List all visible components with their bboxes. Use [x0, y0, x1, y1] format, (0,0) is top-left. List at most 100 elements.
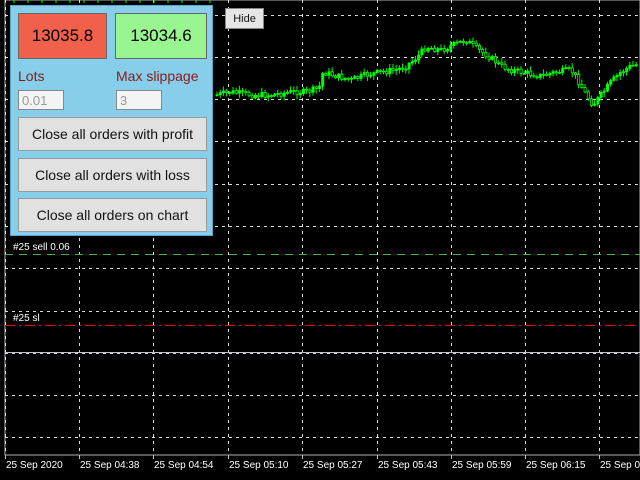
candle-body [276, 93, 280, 95]
candle-body [634, 64, 638, 67]
candle-body [263, 92, 267, 98]
candle-body [327, 71, 331, 76]
candle-body [305, 88, 309, 91]
candle-body [622, 71, 626, 73]
candle-body [397, 67, 401, 71]
candle-body [465, 42, 469, 44]
candle-body [417, 54, 421, 61]
candle-body [228, 91, 232, 94]
candle-body [353, 76, 357, 79]
candle-body [292, 90, 296, 92]
candle-body [269, 95, 273, 98]
candle-body [436, 48, 440, 52]
candle-body [580, 83, 584, 89]
candle-body [225, 90, 229, 93]
candle-body [365, 72, 369, 77]
candle-body [461, 40, 465, 43]
candle-body [244, 91, 248, 93]
lots-input[interactable] [18, 90, 64, 110]
candle-body [388, 68, 392, 75]
candle-body [282, 92, 286, 97]
candle-body [490, 56, 494, 60]
candle-body [583, 87, 587, 93]
candle-body [237, 90, 241, 94]
x-tick-label: 25 Sep 05:59 [452, 460, 512, 471]
candle-body [484, 51, 488, 58]
candle-body [407, 62, 411, 70]
candle-body [215, 94, 219, 97]
trade-panel: 13035.8 13034.6 Lots Max slippage Close … [10, 5, 213, 236]
close-loss-orders-button[interactable]: Close all orders with loss [18, 158, 207, 192]
candle-body [295, 90, 299, 96]
candle-body [250, 95, 254, 99]
candle-body [442, 47, 446, 52]
candle-body [321, 73, 325, 87]
candle-body [551, 71, 555, 74]
candle-body [570, 67, 574, 74]
x-tick-label: 25 Sep 2020 [6, 460, 63, 471]
candle-body [349, 77, 353, 80]
candle-body [593, 103, 597, 106]
candle-body [526, 70, 530, 74]
candle-body [391, 68, 395, 71]
candle-body [487, 56, 491, 60]
candle-body [567, 67, 571, 70]
candle-body [468, 40, 472, 44]
sell-price-button[interactable]: 13035.8 [18, 13, 107, 59]
candle-body [474, 42, 478, 46]
candle-body [509, 68, 513, 74]
close-profit-orders-button[interactable]: Close all orders with profit [18, 117, 207, 151]
candle-body [260, 92, 264, 98]
candle-body [548, 73, 552, 76]
candle-body [561, 67, 565, 73]
candle-body [513, 69, 517, 74]
candle-body [558, 71, 562, 74]
close-all-orders-button[interactable]: Close all orders on chart [18, 198, 207, 232]
candle-body [257, 94, 261, 98]
candle-body [247, 91, 251, 97]
x-tick-label: 25 Sep 06:15 [526, 460, 586, 471]
candle-body [519, 68, 523, 74]
candle-body [231, 90, 235, 94]
x-tick-label: 25 Sep 0 [600, 460, 640, 471]
candle-body [426, 48, 430, 52]
candle-body [401, 67, 405, 70]
candle-body [337, 73, 341, 79]
candle-body [577, 74, 581, 85]
candle-body [359, 73, 363, 79]
candle-body [346, 77, 350, 80]
candle-body [253, 94, 257, 99]
candle-body [273, 93, 277, 97]
candle-body [590, 98, 594, 106]
candle-body [234, 90, 238, 94]
candle-body [369, 74, 373, 77]
candle-body [449, 45, 453, 50]
candle-body [564, 67, 568, 70]
candle-body [609, 79, 613, 85]
candle-body [631, 64, 635, 67]
candle-body [545, 74, 549, 76]
candle-body [314, 86, 318, 89]
candle-body [458, 40, 462, 43]
candle-body [423, 48, 427, 52]
max-slippage-input[interactable] [116, 90, 162, 110]
candle-body [455, 41, 459, 44]
candle-body [628, 64, 632, 69]
candle-body [445, 49, 449, 52]
candle-body [311, 86, 315, 93]
hide-panel-button[interactable]: Hide [225, 8, 264, 29]
candle-body [266, 95, 270, 98]
candle-body [500, 62, 504, 65]
candle-body [503, 63, 507, 70]
candle-body [497, 62, 501, 65]
candle-body [362, 72, 366, 75]
x-tick-label: 25 Sep 04:54 [154, 460, 214, 471]
buy-price-button[interactable]: 13034.6 [115, 13, 207, 59]
candle-body [433, 47, 437, 52]
candle-body [324, 73, 328, 76]
candle-body [285, 91, 289, 94]
candle-body [340, 73, 344, 80]
candle-body [413, 59, 417, 62]
candle-body [516, 68, 520, 71]
candle-body [522, 72, 526, 75]
